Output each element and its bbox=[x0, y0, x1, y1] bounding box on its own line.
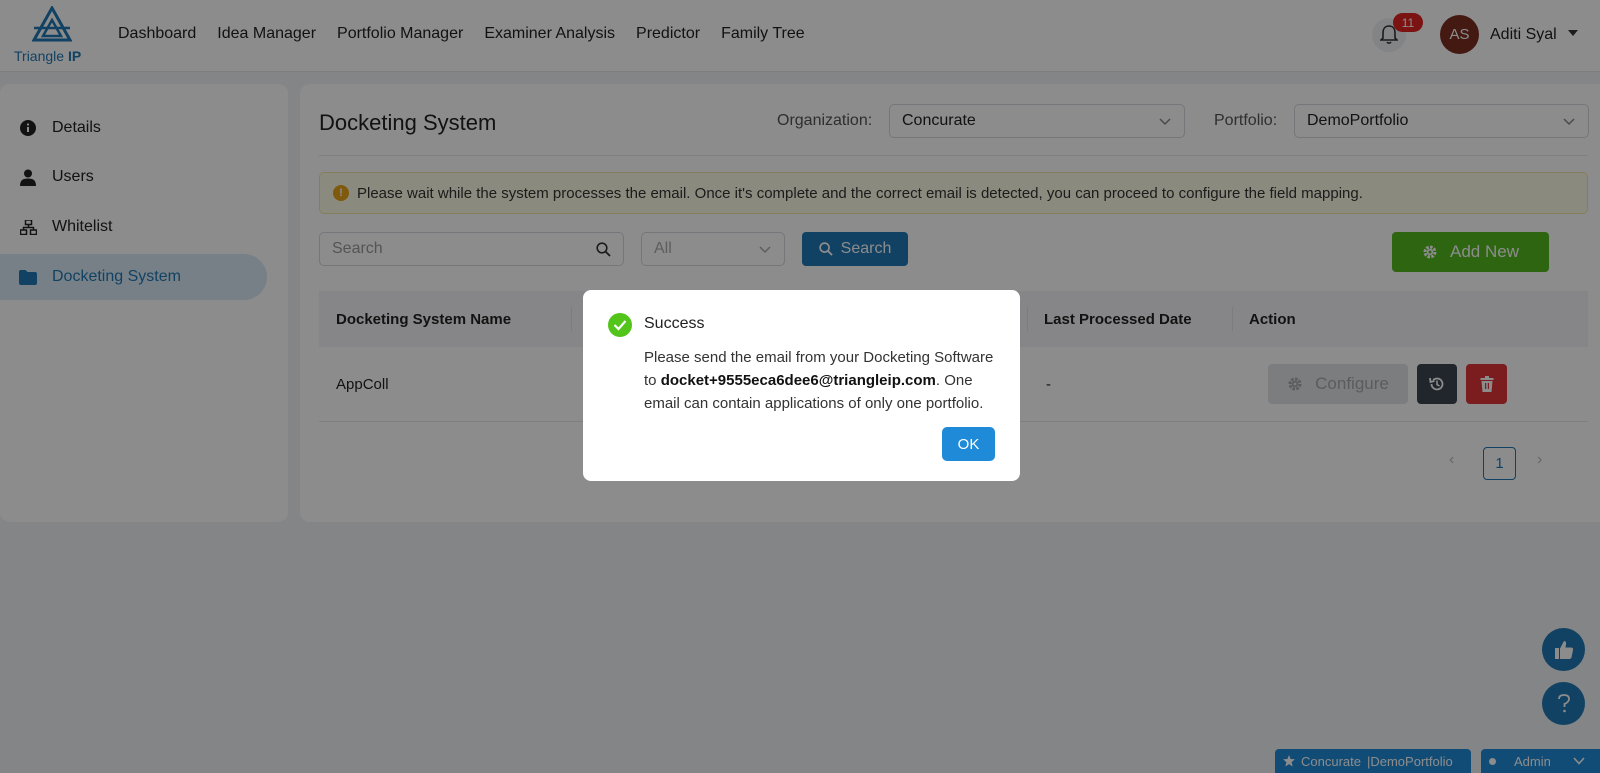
modal-message: Please send the email from your Docketin… bbox=[644, 349, 994, 412]
ok-button[interactable]: OK bbox=[942, 427, 995, 461]
modal-title: Success bbox=[644, 315, 705, 332]
check-circle-icon bbox=[608, 313, 632, 337]
success-modal: Success Please send the email from your … bbox=[583, 290, 1020, 481]
docket-email: docket+9555eca6dee6@triangleip.com bbox=[660, 372, 936, 389]
